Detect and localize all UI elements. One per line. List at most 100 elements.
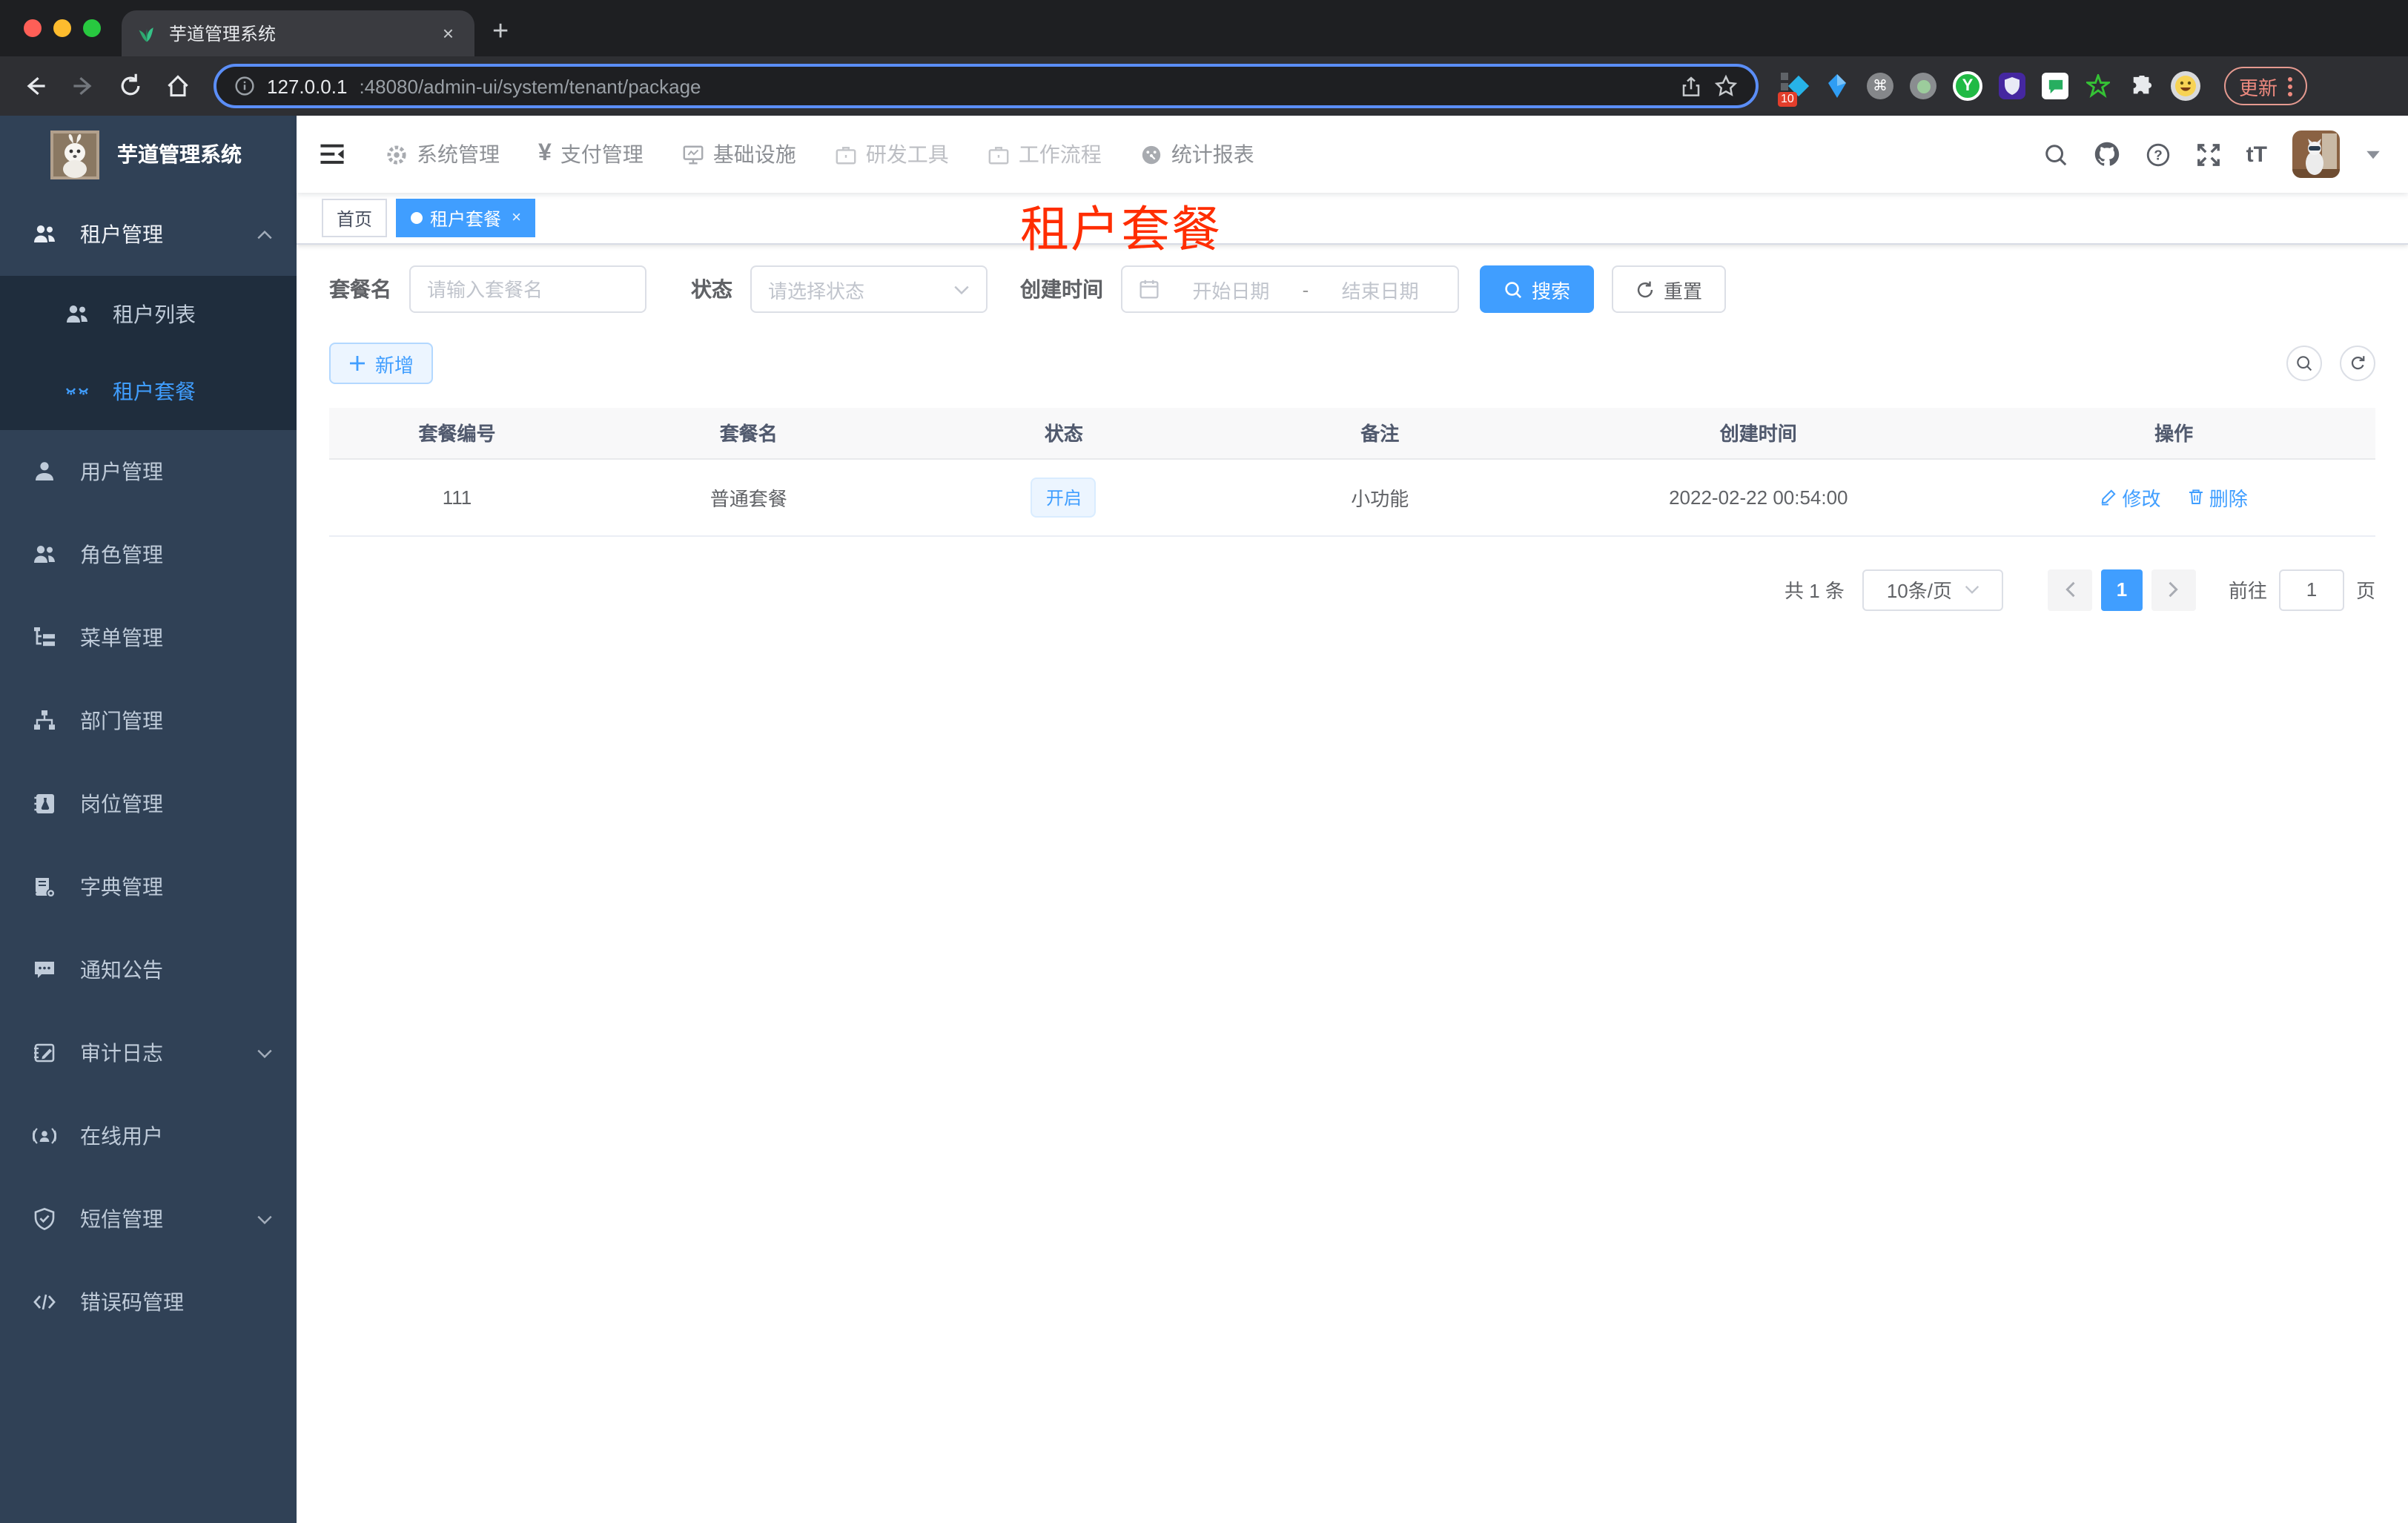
- sidebar-collapse-icon[interactable]: [317, 139, 347, 169]
- fullscreen-icon[interactable]: [2196, 142, 2221, 167]
- recorder-extension-icon[interactable]: [1910, 73, 1936, 99]
- pagination-total: 共 1 条: [1784, 580, 1845, 602]
- app-logo-title: 芋道管理系统: [117, 142, 242, 166]
- sidebar-item-tenant-list[interactable]: 租户列表: [0, 276, 297, 353]
- top-menu-devtools[interactable]: 研发工具: [835, 139, 949, 169]
- help-icon[interactable]: ?: [2146, 142, 2171, 167]
- chat-extension-icon[interactable]: [2042, 73, 2068, 99]
- reload-icon[interactable]: [110, 65, 151, 107]
- col-remark: 备注: [1215, 408, 1545, 459]
- cell-remark: 小功能: [1215, 458, 1545, 536]
- logo-rabbit-image: [50, 130, 99, 179]
- delete-link[interactable]: 删除: [2187, 483, 2248, 511]
- avatar-caret-down-icon[interactable]: [2365, 149, 2381, 159]
- status-badge[interactable]: 开启: [1031, 477, 1096, 517]
- home-icon[interactable]: [157, 65, 199, 107]
- admin-app: 芋道管理系统 租户管理 租户列表 租户套餐 用户管理 角色管理 菜单管理 部门管…: [0, 116, 2408, 1523]
- pagination: 共 1 条 10条/页 1 前往 页: [329, 569, 2375, 610]
- sidebar-item-notice[interactable]: 通知公告: [0, 928, 297, 1011]
- favicon-plant-icon: [136, 23, 157, 44]
- col-actions: 操作: [1972, 408, 2375, 459]
- browser-toolbar: 127.0.0.1:48080/admin-ui/system/tenant/p…: [0, 56, 2408, 116]
- svg-text:?: ?: [2154, 148, 2163, 163]
- tag-close-icon[interactable]: ×: [512, 209, 521, 227]
- github-icon[interactable]: [2094, 141, 2120, 168]
- gem-extension-icon[interactable]: [1824, 73, 1850, 99]
- top-menu-infra[interactable]: 基础设施: [682, 139, 796, 169]
- sidebar-item-menu-management[interactable]: 菜单管理: [0, 596, 297, 679]
- sidebar-item-dict-management[interactable]: 字典管理: [0, 845, 297, 928]
- top-menu-system[interactable]: 系统管理: [386, 139, 500, 169]
- sidebar-item-dept-management[interactable]: 部门管理: [0, 679, 297, 762]
- page-size-select[interactable]: 10条/页: [1862, 569, 2003, 610]
- prev-page-button[interactable]: [2047, 569, 2092, 610]
- sidebar-item-sms-management[interactable]: 短信管理: [0, 1177, 297, 1261]
- sidebar-item-post-management[interactable]: 岗位管理: [0, 762, 297, 845]
- command-extension-icon[interactable]: ⌘: [1867, 73, 1893, 99]
- package-name-input-wrap: [409, 265, 646, 313]
- url-bar[interactable]: 127.0.0.1:48080/admin-ui/system/tenant/p…: [214, 64, 1759, 108]
- bookmark-star-icon[interactable]: [1714, 74, 1738, 98]
- current-page-button[interactable]: 1: [2100, 569, 2143, 610]
- zoom-window-button[interactable]: [83, 19, 101, 37]
- goto-page-input[interactable]: [2278, 569, 2344, 610]
- sidebar-item-role-management[interactable]: 角色管理: [0, 513, 297, 596]
- minimize-window-button[interactable]: [53, 19, 71, 37]
- share-icon[interactable]: [1680, 75, 1702, 97]
- edit-link[interactable]: 修改: [2100, 483, 2160, 511]
- table-row: 111 普通套餐 开启 小功能 2022-02-22 00:54:00 修改 删…: [329, 458, 2375, 536]
- top-menu-report[interactable]: 统计报表: [1140, 139, 1254, 169]
- header-search-icon[interactable]: [2043, 142, 2068, 167]
- cell-package-name: 普通套餐: [585, 458, 913, 536]
- squares-diamond-extension-icon[interactable]: 10: [1778, 73, 1809, 107]
- site-info-icon[interactable]: [234, 76, 255, 96]
- browser-update-button[interactable]: 更新: [2224, 67, 2308, 105]
- status-select[interactable]: 请选择状态: [750, 265, 988, 313]
- refresh-table-icon[interactable]: [2340, 346, 2375, 381]
- hide-search-icon[interactable]: [2286, 346, 2322, 381]
- cell-status: 开启: [912, 458, 1216, 536]
- sidebar-item-error-code[interactable]: 错误码管理: [0, 1261, 297, 1344]
- search-button[interactable]: 搜索: [1480, 265, 1595, 313]
- cell-package-id: 111: [329, 458, 585, 536]
- packages-table: 套餐编号 套餐名 状态 备注 创建时间 操作 111 普通套餐 开启 小功能 2…: [329, 408, 2375, 536]
- top-menu-payment[interactable]: ¥ 支付管理: [538, 139, 644, 169]
- browser-menu-kebab-icon[interactable]: [2288, 76, 2293, 96]
- tag-home[interactable]: 首页: [322, 199, 388, 237]
- cell-actions: 修改 删除: [1972, 458, 2375, 536]
- table-header-row: 套餐编号 套餐名 状态 备注 创建时间 操作: [329, 408, 2375, 459]
- forward-icon[interactable]: [62, 65, 104, 107]
- tab-close-icon[interactable]: ×: [437, 22, 460, 44]
- date-range-picker[interactable]: 开始日期 - 结束日期: [1121, 265, 1459, 313]
- goto-label: 前往: [2228, 580, 2267, 602]
- sidebar-item-online-users[interactable]: 在线用户: [0, 1094, 297, 1177]
- shield-extension-icon[interactable]: [1999, 73, 2025, 99]
- navbar-actions: ? tT: [2043, 131, 2381, 178]
- add-button[interactable]: 新增: [329, 343, 434, 384]
- font-size-icon[interactable]: tT: [2246, 142, 2267, 167]
- sidebar-logo-row[interactable]: 芋道管理系统: [0, 116, 297, 193]
- sidebar-item-tenant-package[interactable]: 租户套餐: [0, 353, 297, 430]
- back-icon[interactable]: [15, 65, 56, 107]
- sidebar: 芋道管理系统 租户管理 租户列表 租户套餐 用户管理 角色管理 菜单管理 部门管…: [0, 116, 297, 1523]
- puzzle-extension-icon[interactable]: [2128, 73, 2154, 99]
- sidebar-item-user-management[interactable]: 用户管理: [0, 430, 297, 513]
- top-menu-workflow[interactable]: 工作流程: [988, 139, 1102, 169]
- close-window-button[interactable]: [24, 19, 42, 37]
- tag-tenant-package[interactable]: 租户套餐 ×: [396, 199, 536, 237]
- new-tab-button[interactable]: +: [492, 13, 509, 52]
- browser-tab[interactable]: 芋道管理系统 ×: [122, 10, 474, 56]
- pagination-goto: 前往 页: [2229, 569, 2375, 610]
- date-start-placeholder: 开始日期: [1192, 280, 1270, 302]
- reset-button[interactable]: 重置: [1612, 265, 1727, 313]
- sidebar-item-audit-log[interactable]: 审计日志: [0, 1011, 297, 1094]
- select-chevron-down-icon: [1964, 586, 1979, 594]
- next-page-button[interactable]: [2151, 569, 2196, 610]
- yudao-extension-icon[interactable]: Y: [1953, 71, 1982, 101]
- star-extension-icon[interactable]: [2085, 73, 2111, 99]
- sidebar-submenu-tenant: 租户列表 租户套餐: [0, 276, 297, 430]
- sidebar-item-tenant-management[interactable]: 租户管理: [0, 193, 297, 276]
- package-name-input[interactable]: [427, 278, 629, 300]
- emoji-extension-icon[interactable]: [2171, 71, 2200, 101]
- user-avatar[interactable]: [2292, 131, 2340, 178]
